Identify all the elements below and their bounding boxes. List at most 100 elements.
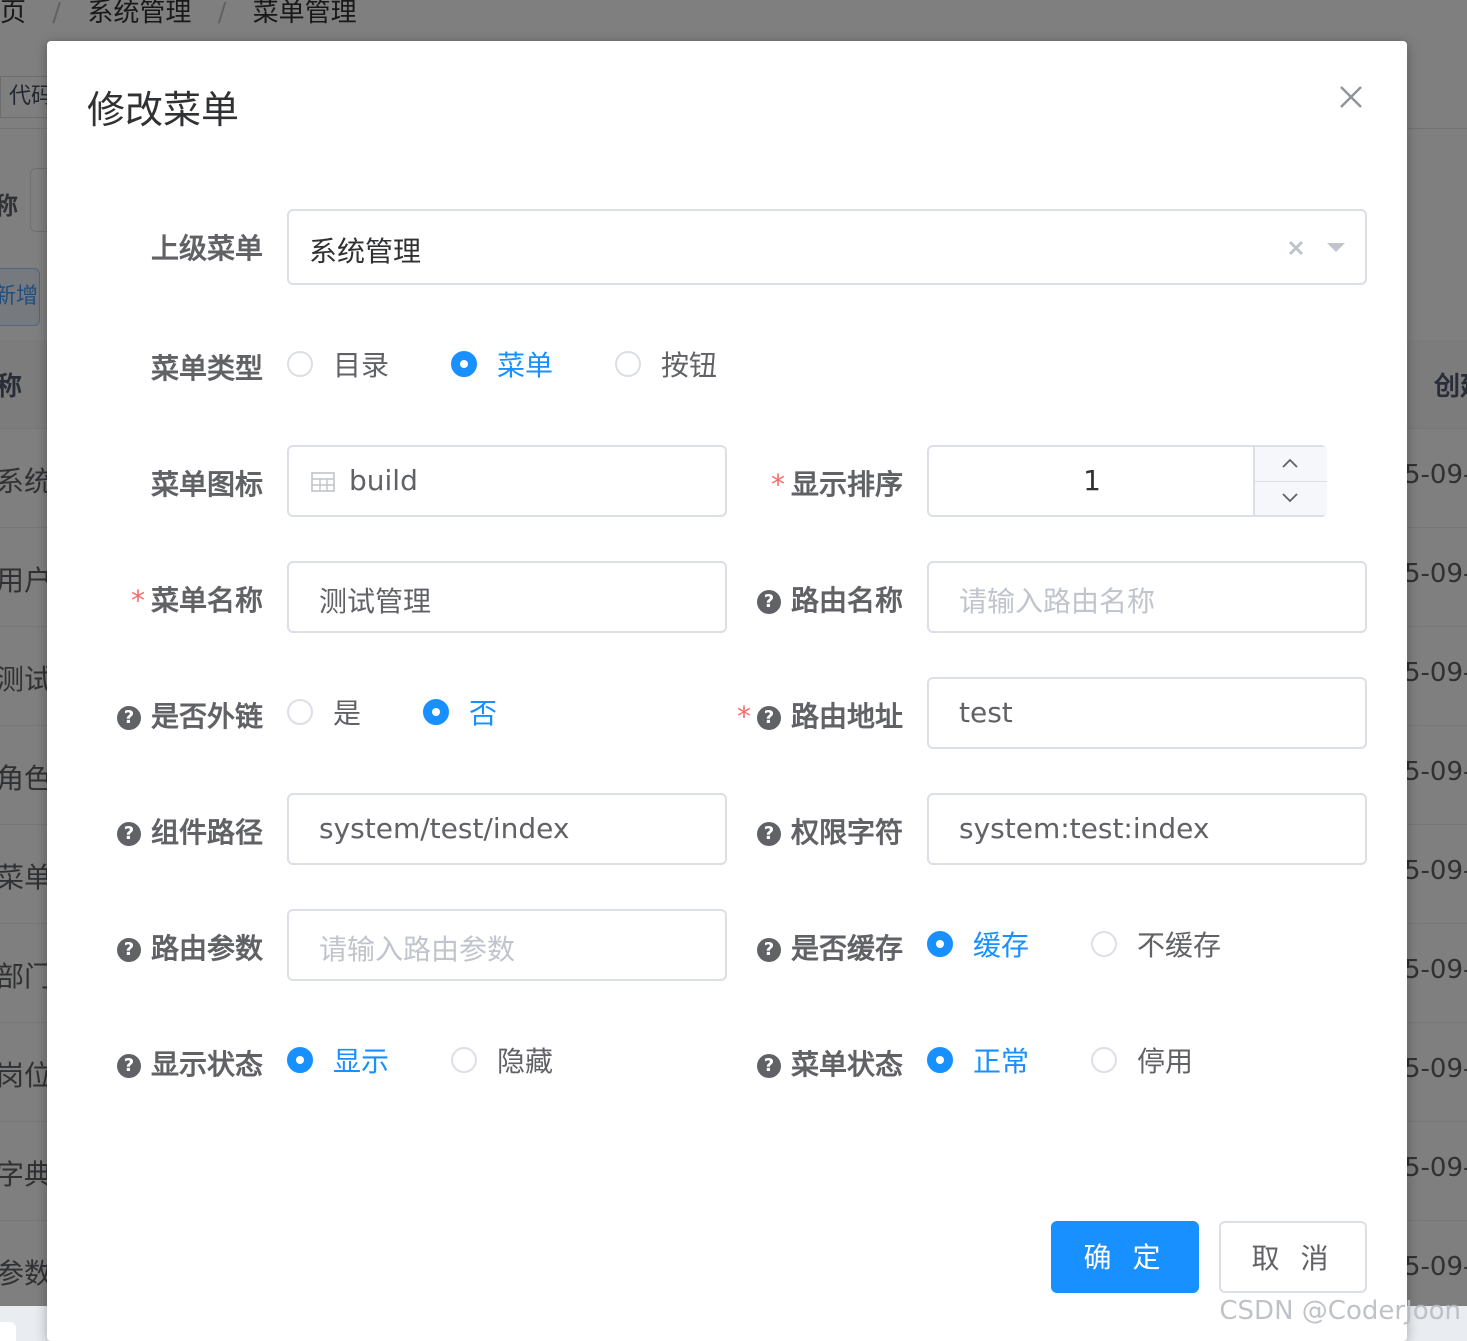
app-icon[interactable] [0,1322,16,1341]
radio-directory-label: 目录 [333,349,390,382]
radio-button[interactable]: 按钮 [615,344,717,384]
parent-menu-value: 系统管理 [309,235,422,268]
permission-value: system:test:index [959,812,1210,845]
radio-hide[interactable]: 隐藏 [451,1040,553,1080]
chevron-up-icon [1282,458,1298,468]
component-path-label-text: 组件路径 [150,816,263,849]
question-icon[interactable]: ? [116,938,141,962]
menu-icon-label-text: 菜单图标 [150,468,263,501]
radio-cache-label: 缓存 [973,929,1030,962]
radio-hide-label: 隐藏 [497,1045,554,1078]
increase-button[interactable] [1253,447,1327,482]
question-icon[interactable]: ? [756,706,781,730]
question-icon[interactable]: ? [756,938,781,962]
radio-cache[interactable]: 缓存 [927,924,1029,964]
is-external-label: ? 是否外链 [87,695,263,735]
route-params-placeholder: 请输入路由参数 [319,933,516,966]
route-path-label-text: 路由地址 [790,700,903,733]
permission-label-text: 权限字符 [790,816,903,849]
radio-circle[interactable] [287,351,313,377]
watermark: CSDN @CoderJoon [1219,1296,1461,1326]
component-path-input[interactable]: system/test/index [287,793,727,865]
question-icon[interactable]: ? [116,1054,141,1078]
chevron-down-icon [1282,493,1298,503]
required-mark: * [736,700,751,733]
radio-normal-label: 正常 [973,1045,1030,1078]
radio-menu[interactable]: 菜单 [451,344,553,384]
radio-external-no-label: 否 [469,697,498,730]
radio-circle[interactable] [287,699,313,725]
visible-label: ? 显示状态 [87,1043,263,1083]
confirm-button[interactable]: 确 定 [1051,1221,1199,1293]
radio-circle[interactable] [615,351,641,377]
route-params-label-text: 路由参数 [150,932,263,965]
required-mark: * [770,468,785,501]
radio-circle[interactable] [1091,1047,1117,1073]
route-name-label: ? 路由名称 [737,579,903,619]
route-path-input[interactable]: test [927,677,1367,749]
radio-circle[interactable] [1091,931,1117,957]
is-cache-label-text: 是否缓存 [790,932,903,965]
edit-menu-dialog: 修改菜单 上级菜单 系统管理 菜单类型 目录 菜单 按钮 菜单图标 build … [47,41,1407,1341]
menu-name-label: * 菜单名称 [87,579,263,619]
display-order-value: 1 [1083,464,1101,497]
radio-normal[interactable]: 正常 [927,1040,1029,1080]
radio-button-label: 按钮 [661,349,718,382]
decrease-button[interactable] [1253,482,1327,515]
route-params-label: ? 路由参数 [87,927,263,967]
radio-external-yes-label: 是 [333,697,362,730]
radio-show-label: 显示 [333,1045,390,1078]
component-path-label: ? 组件路径 [87,811,263,851]
permission-label: ? 权限字符 [737,811,903,851]
visible-label-text: 显示状态 [150,1048,263,1081]
menu-type-label-text: 菜单类型 [150,352,263,385]
display-order-label-text: 显示排序 [790,468,903,501]
radio-circle[interactable] [287,1047,313,1073]
component-path-value: system/test/index [319,812,570,845]
question-icon[interactable]: ? [756,1054,781,1078]
menu-name-value: 测试管理 [319,585,432,618]
radio-external-yes[interactable]: 是 [287,692,361,732]
radio-directory[interactable]: 目录 [287,344,389,384]
radio-no-cache-label: 不缓存 [1137,929,1222,962]
display-order-label: * 显示排序 [737,463,903,503]
menu-name-input[interactable]: 测试管理 [287,561,727,633]
route-path-value: test [959,696,1013,729]
radio-circle[interactable] [927,1047,953,1073]
route-params-input[interactable]: 请输入路由参数 [287,909,727,981]
display-order-stepper[interactable]: 1 [927,445,1327,517]
menu-type-label: 菜单类型 [107,347,263,387]
menu-name-label-text: 菜单名称 [150,584,263,617]
route-name-input[interactable]: 请输入路由名称 [927,561,1367,633]
radio-circle[interactable] [423,699,449,725]
radio-menu-label: 菜单 [497,349,554,382]
clear-icon[interactable] [1285,237,1307,259]
caret-down-icon[interactable] [1325,241,1347,255]
question-icon[interactable]: ? [756,822,781,846]
close-icon[interactable] [1331,77,1371,117]
radio-circle[interactable] [451,351,477,377]
parent-menu-label: 上级菜单 [107,227,263,267]
permission-input[interactable]: system:test:index [927,793,1367,865]
question-icon[interactable]: ? [116,706,141,730]
question-icon[interactable]: ? [116,822,141,846]
radio-circle[interactable] [927,931,953,957]
cancel-button[interactable]: 取 消 [1219,1221,1367,1293]
required-mark: * [130,584,145,617]
dialog-title: 修改菜单 [87,88,240,132]
radio-external-no[interactable]: 否 [423,692,497,732]
radio-no-cache[interactable]: 不缓存 [1091,924,1221,964]
menu-icon-input[interactable]: build [287,445,727,517]
parent-menu-select[interactable]: 系统管理 [287,209,1367,285]
parent-menu-label-text: 上级菜单 [150,232,263,265]
menu-icon-value: build [349,464,418,497]
radio-show[interactable]: 显示 [287,1040,389,1080]
status-label: ? 菜单状态 [737,1043,903,1083]
is-cache-label: ? 是否缓存 [737,927,903,967]
route-path-label: *? 路由地址 [707,695,903,735]
menu-icon-label: 菜单图标 [107,463,263,503]
table-icon [311,472,335,492]
radio-disabled[interactable]: 停用 [1091,1040,1193,1080]
radio-circle[interactable] [451,1047,477,1073]
question-icon[interactable]: ? [756,590,781,614]
